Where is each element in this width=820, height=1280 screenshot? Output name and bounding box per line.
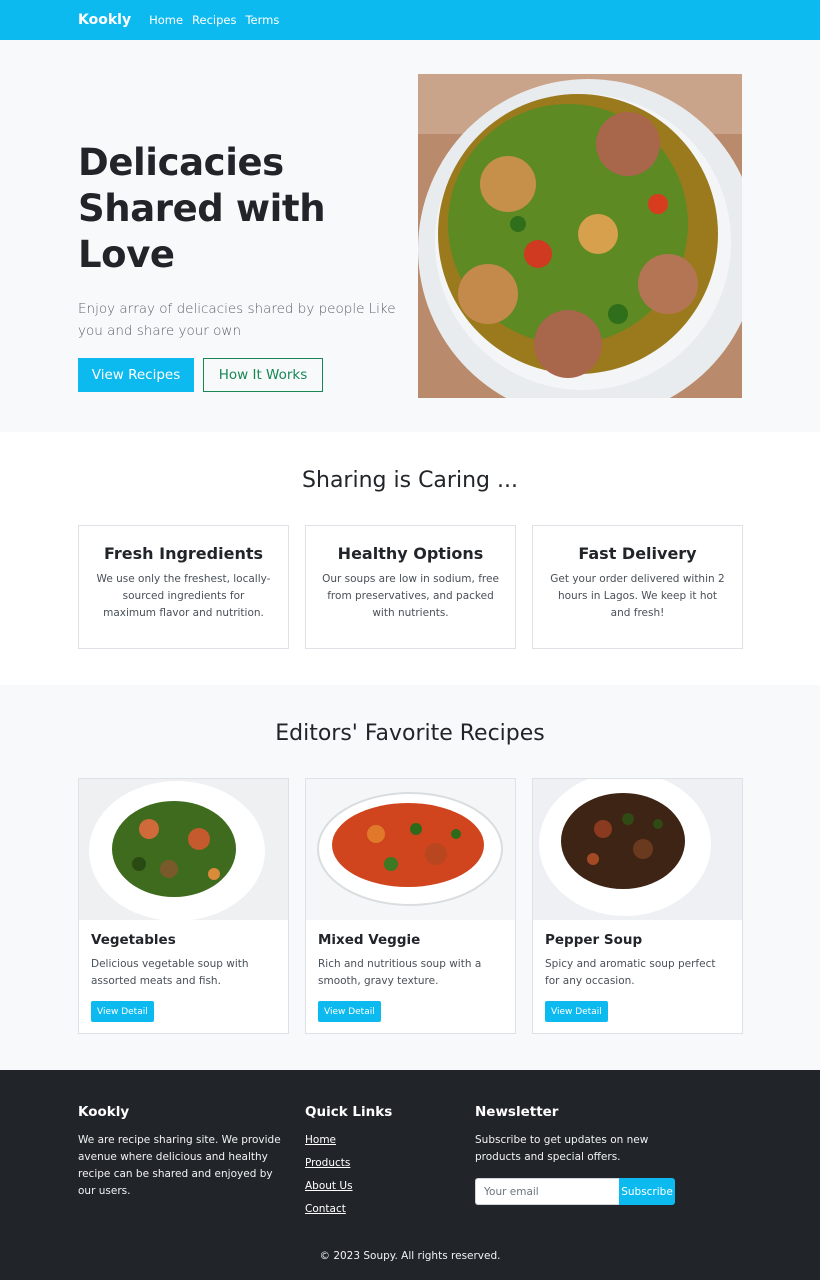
newsletter-title: Newsletter [475, 1104, 559, 1120]
feature-text: We use only the freshest, locally-source… [96, 573, 271, 619]
footer-link-about-us[interactable]: About Us [305, 1178, 455, 1195]
recipe-body: Vegetables Delicious vegetable soup with… [79, 920, 288, 1022]
recipe-card: Pepper Soup Spicy and aromatic soup perf… [532, 778, 743, 1034]
recipe-list: Vegetables Delicious vegetable soup with… [78, 778, 820, 1034]
footer: Kookly We are recipe sharing site. We pr… [0, 1070, 820, 1280]
hero-food-image [418, 74, 742, 398]
how-it-works-button[interactable]: How It Works [203, 358, 323, 392]
brand-logo[interactable]: Kookly [78, 12, 131, 28]
feature-card: Fast Delivery Get your order delivered w… [532, 525, 743, 649]
recipe-image [79, 779, 288, 920]
footer-newsletter: Newsletter Subscribe to get updates on n… [475, 1104, 675, 1205]
hero-content: Delicacies Shared with Love Enjoy array … [78, 140, 403, 392]
feature-text: Our soups are low in sodium, free from p… [322, 573, 499, 619]
view-detail-button[interactable]: View Detail [91, 1001, 154, 1022]
footer-link-contact[interactable]: Contact [305, 1201, 455, 1218]
hero-section: Delicacies Shared with Love Enjoy array … [0, 40, 820, 432]
feature-title: Fresh Ingredients [103, 544, 264, 563]
view-detail-button[interactable]: View Detail [545, 1001, 608, 1022]
footer-link-products[interactable]: Products [305, 1155, 455, 1172]
feature-text: Get your order delivered within 2 hours … [550, 573, 725, 619]
nav-link-recipes[interactable]: Recipes [192, 13, 236, 27]
copyright-text: © 2023 Soupy. All rights reserved. [319, 1250, 501, 1262]
recipe-description: Delicious vegetable soup with assorted m… [91, 958, 249, 987]
recipe-title: Vegetables [91, 932, 176, 948]
feature-title: Fast Delivery [578, 544, 697, 563]
email-input[interactable] [475, 1178, 619, 1205]
nav-link-terms[interactable]: Terms [245, 13, 279, 27]
footer-quick-links: Quick Links Home Products About Us Conta… [305, 1104, 455, 1224]
hero-subtitle: Enjoy array of delicacies shared by peop… [78, 301, 396, 339]
subscribe-button[interactable]: Subscribe [619, 1178, 675, 1205]
recipe-body: Mixed Veggie Rich and nutritious soup wi… [306, 920, 515, 1022]
newsletter-text: Subscribe to get updates on new products… [475, 1134, 649, 1163]
recipe-description: Rich and nutritious soup with a smooth, … [318, 958, 482, 987]
recipes-section: Editors' Favorite Recipes Vegetables Del… [0, 685, 820, 1070]
footer-brand: Kookly [78, 1104, 130, 1120]
view-recipes-button[interactable]: View Recipes [78, 358, 194, 392]
feature-card: Fresh Ingredients We use only the freshe… [78, 525, 289, 649]
recipes-heading: Editors' Favorite Recipes [275, 721, 545, 746]
features-heading: Sharing is Caring ... [302, 468, 518, 493]
navbar: Kookly Home Recipes Terms [0, 0, 820, 40]
hero-title: Delicacies Shared with Love [78, 141, 326, 276]
footer-about: Kookly We are recipe sharing site. We pr… [78, 1104, 288, 1200]
feature-title: Healthy Options [337, 544, 484, 563]
recipe-description: Spicy and aromatic soup perfect for any … [545, 958, 716, 987]
recipe-body: Pepper Soup Spicy and aromatic soup perf… [533, 920, 742, 1022]
view-detail-button[interactable]: View Detail [318, 1001, 381, 1022]
quick-links-title: Quick Links [305, 1104, 393, 1120]
nav-link-home[interactable]: Home [149, 13, 183, 27]
feature-card: Healthy Options Our soups are low in sod… [305, 525, 516, 649]
feature-list: Fresh Ingredients We use only the freshe… [78, 525, 820, 649]
recipe-title: Pepper Soup [545, 932, 643, 948]
hero-buttons: View Recipes How It Works [78, 358, 403, 392]
newsletter-form: Subscribe [475, 1178, 675, 1205]
features-section: Sharing is Caring ... Fresh Ingredients … [0, 432, 820, 685]
footer-about-text: We are recipe sharing site. We provide a… [78, 1134, 281, 1197]
recipe-card: Mixed Veggie Rich and nutritious soup wi… [305, 778, 516, 1034]
recipe-card: Vegetables Delicious vegetable soup with… [78, 778, 289, 1034]
recipe-image [306, 779, 515, 920]
footer-link-home[interactable]: Home [305, 1132, 455, 1149]
recipe-image [533, 779, 742, 920]
recipe-title: Mixed Veggie [318, 932, 421, 948]
